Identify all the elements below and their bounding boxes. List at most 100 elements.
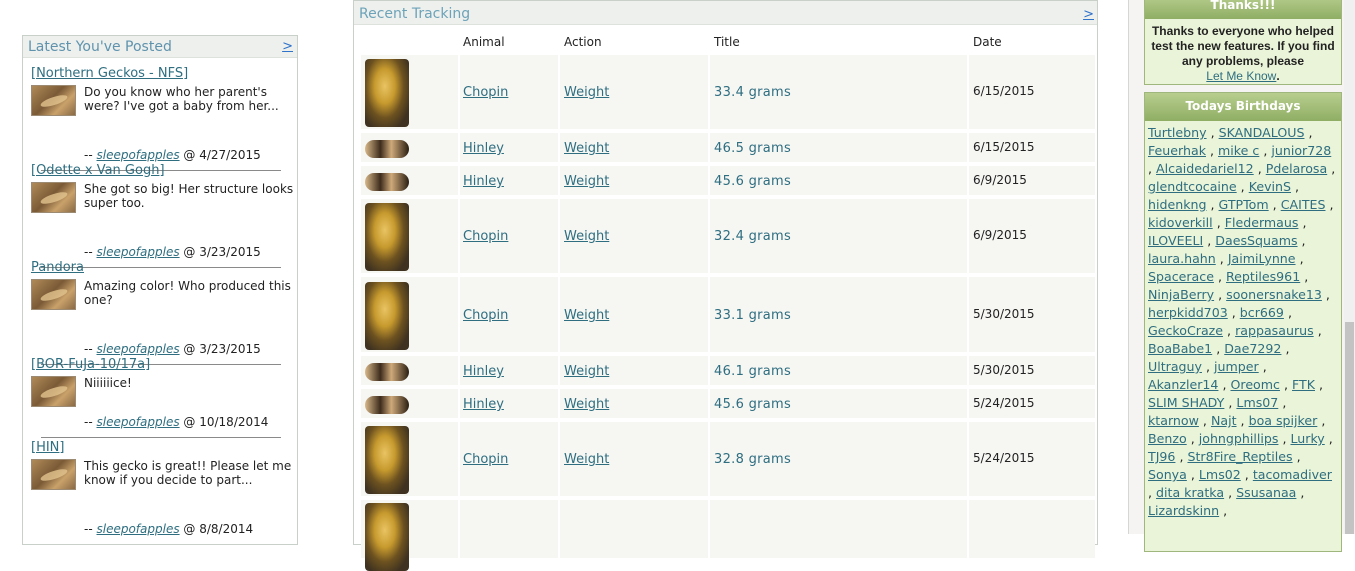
- animal-link[interactable]: Hinley: [463, 174, 504, 189]
- gecko-thumbnail[interactable]: [365, 363, 409, 381]
- birthday-user-link[interactable]: Sonya: [1148, 467, 1187, 482]
- birthday-user-link[interactable]: Akanzler14: [1148, 377, 1218, 392]
- birthday-user-link[interactable]: FTK: [1292, 377, 1315, 392]
- let-me-know-link[interactable]: Let Me Know: [1206, 69, 1276, 83]
- gecko-thumbnail[interactable]: [365, 140, 409, 158]
- animal-link[interactable]: Hinley: [463, 141, 504, 156]
- action-link[interactable]: Weight: [564, 229, 609, 244]
- birthday-user-link[interactable]: soonersnake13: [1226, 287, 1322, 302]
- gecko-thumbnail[interactable]: [365, 173, 409, 191]
- action-link[interactable]: Weight: [564, 308, 609, 323]
- action-link[interactable]: Weight: [564, 141, 609, 156]
- tracking-more-link[interactable]: >: [1083, 7, 1094, 22]
- birthday-user-link[interactable]: CAITES: [1281, 197, 1326, 212]
- gecko-thumbnail[interactable]: [365, 59, 409, 127]
- birthday-separator: ,: [1282, 395, 1287, 410]
- post-title-link[interactable]: [HIN]: [31, 440, 64, 455]
- gecko-thumbnail[interactable]: [31, 182, 76, 213]
- birthday-user-link[interactable]: tacomadiver: [1253, 467, 1332, 482]
- birthday-user-link[interactable]: kidoverkill: [1148, 215, 1213, 230]
- birthday-user-link[interactable]: JaimiLynne: [1228, 251, 1296, 266]
- gecko-thumbnail[interactable]: [365, 203, 409, 271]
- animal-link[interactable]: Chopin: [463, 452, 508, 467]
- birthday-user-link[interactable]: DaesSquams: [1215, 233, 1297, 248]
- thanks-header: Thanks!!!: [1145, 0, 1341, 19]
- birthday-user-link[interactable]: mike c: [1218, 143, 1259, 158]
- birthday-user-link[interactable]: SKANDALOUS: [1219, 125, 1305, 140]
- post-meta-prefix: --: [84, 415, 93, 429]
- birthday-user-link[interactable]: laura.hahn: [1148, 251, 1216, 266]
- birthday-user-link[interactable]: ktarnow: [1148, 413, 1199, 428]
- birthday-user-link[interactable]: Alcaidedariel12: [1156, 161, 1254, 176]
- animal-link[interactable]: Hinley: [463, 364, 504, 379]
- gecko-thumbnail[interactable]: [365, 426, 409, 494]
- birthday-user-link[interactable]: bcr669: [1240, 305, 1284, 320]
- animal-link[interactable]: Chopin: [463, 229, 508, 244]
- page-scrollbar[interactable]: [1344, 0, 1355, 534]
- gecko-thumbnail[interactable]: [365, 396, 409, 414]
- birthday-user-link[interactable]: Lms07: [1236, 395, 1278, 410]
- post-user-link[interactable]: sleepofapples: [97, 342, 180, 356]
- birthday-user-link[interactable]: BoaBabe1: [1148, 341, 1212, 356]
- birthday-user-link[interactable]: Ssusanaa: [1236, 485, 1296, 500]
- birthday-user-link[interactable]: KevinS: [1249, 179, 1291, 194]
- action-link[interactable]: Weight: [564, 174, 609, 189]
- birthday-user-link[interactable]: Najt: [1211, 413, 1237, 428]
- birthday-user-link[interactable]: Spacerace: [1148, 269, 1214, 284]
- birthday-user-link[interactable]: ILOVEELI: [1148, 233, 1203, 248]
- action-link[interactable]: Weight: [564, 452, 609, 467]
- gecko-thumbnail[interactable]: [31, 279, 76, 310]
- birthday-separator: ,: [1217, 269, 1222, 284]
- gecko-thumbnail[interactable]: [31, 376, 76, 407]
- post-user-link[interactable]: sleepofapples: [97, 148, 180, 162]
- birthday-separator: ,: [1222, 377, 1227, 392]
- birthday-user-link[interactable]: rappasaurus: [1235, 323, 1314, 338]
- birthday-user-link[interactable]: herpkidd703: [1148, 305, 1228, 320]
- gecko-thumbnail[interactable]: [31, 85, 76, 116]
- animal-link[interactable]: Chopin: [463, 85, 508, 100]
- birthday-user-link[interactable]: Feuerhak: [1148, 143, 1206, 158]
- birthday-user-link[interactable]: Benzo: [1148, 431, 1187, 446]
- birthday-user-link[interactable]: SLIM SHADY: [1148, 395, 1224, 410]
- action-link[interactable]: Weight: [564, 364, 609, 379]
- birthday-user-link[interactable]: glendtcocaine: [1148, 179, 1237, 194]
- birthday-user-link[interactable]: johngphillips: [1199, 431, 1279, 446]
- post-title-link[interactable]: [Odette x Van Gogh]: [31, 163, 165, 178]
- birthday-user-link[interactable]: TJ96: [1148, 449, 1175, 464]
- birthday-user-link[interactable]: GeckoCraze: [1148, 323, 1223, 338]
- birthday-user-link[interactable]: Ultraguy: [1148, 359, 1202, 374]
- gecko-thumbnail[interactable]: [31, 459, 76, 490]
- latest-more-link[interactable]: >: [282, 39, 293, 54]
- post-meta-prefix: --: [84, 148, 93, 162]
- tracking-row: Hinley Weight 45.6 grams 5/24/2015: [361, 389, 1095, 420]
- birthday-user-link[interactable]: boa spijker: [1249, 413, 1318, 428]
- birthday-user-link[interactable]: Pdelarosa: [1266, 161, 1327, 176]
- birthday-user-link[interactable]: Turtlebny: [1148, 125, 1207, 140]
- animal-link[interactable]: Chopin: [463, 308, 508, 323]
- birthday-user-link[interactable]: Fledermaus: [1225, 215, 1299, 230]
- birthday-user-link[interactable]: GTPTom: [1219, 197, 1269, 212]
- post-user-link[interactable]: sleepofapples: [97, 415, 180, 429]
- birthday-user-link[interactable]: jumper: [1214, 359, 1259, 374]
- gecko-thumbnail[interactable]: [365, 282, 409, 350]
- birthday-user-link[interactable]: Dae7292: [1224, 341, 1281, 356]
- birthday-user-link[interactable]: Lizardskinn: [1148, 503, 1219, 518]
- birthday-user-link[interactable]: Lurky: [1290, 431, 1324, 446]
- birthday-user-link[interactable]: Str8Fire_Reptiles: [1187, 449, 1292, 464]
- action-link[interactable]: Weight: [564, 397, 609, 412]
- birthday-user-link[interactable]: Reptiles961: [1226, 269, 1300, 284]
- post-title-link[interactable]: Pandora: [31, 260, 84, 275]
- scrollbar-thumb[interactable]: [1345, 322, 1354, 534]
- animal-link[interactable]: Hinley: [463, 397, 504, 412]
- post-title-link[interactable]: [BOR-FuJa-10/17a]: [31, 357, 150, 372]
- birthday-user-link[interactable]: hidenkng: [1148, 197, 1206, 212]
- post-user-link[interactable]: sleepofapples: [97, 245, 180, 259]
- birthday-user-link[interactable]: NinjaBerry: [1148, 287, 1214, 302]
- gecko-thumbnail[interactable]: [365, 503, 409, 571]
- birthday-user-link[interactable]: dita kratka: [1156, 485, 1224, 500]
- post-title-link[interactable]: [Northern Geckos - NFS]: [31, 66, 188, 81]
- action-link[interactable]: Weight: [564, 85, 609, 100]
- birthday-user-link[interactable]: junior728: [1271, 143, 1331, 158]
- birthday-user-link[interactable]: Lms02: [1199, 467, 1241, 482]
- birthday-user-link[interactable]: Oreomc: [1231, 377, 1280, 392]
